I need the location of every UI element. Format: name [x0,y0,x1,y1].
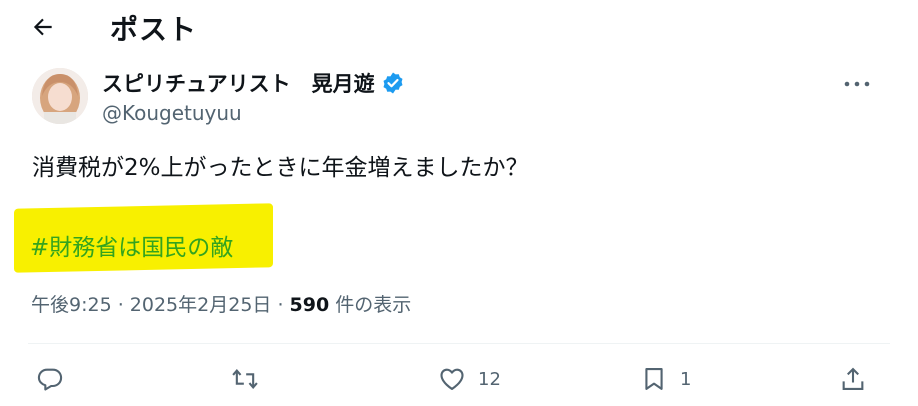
reply-icon [37,368,63,391]
back-button[interactable] [26,10,60,44]
bookmark-button[interactable]: 1 [640,362,691,396]
avatar-image [32,68,88,124]
divider [28,343,890,344]
retweet-button[interactable] [231,362,259,396]
more-dots-icon [844,81,870,87]
reply-button[interactable] [36,362,64,396]
author-handle[interactable]: @Kougetuyuu [102,101,242,125]
tweet-text: 消費税が2%上がったときに年金増えましたか？ [32,155,529,181]
verified-badge-icon[interactable] [381,71,405,95]
tweet-meta: 午後9:25 · 2025年2月25日 · 590 件の表示 [31,290,411,317]
more-options-button[interactable] [840,70,874,98]
page-title: ポスト [110,13,198,46]
avatar[interactable] [32,68,88,124]
views-label: 件の表示 [329,294,412,316]
views-count: 590 [289,294,330,316]
arrow-left-icon [33,18,52,36]
retweet-icon [232,368,258,390]
top-bar: ポスト [0,0,918,56]
bookmark-icon [645,368,663,390]
author-name[interactable]: スピリチュアリスト 晃月遊 [102,68,375,98]
timestamp[interactable]: 午後9:25 · 2025年2月25日 · [31,294,290,316]
like-count: 12 [478,368,501,390]
bookmark-count: 1 [680,368,692,390]
like-button[interactable]: 12 [438,362,501,396]
author-name-row[interactable]: スピリチュアリスト 晃月遊 [102,68,405,98]
share-button[interactable] [839,362,867,396]
heart-icon [440,368,464,390]
share-icon [842,367,864,390]
hashtag-link[interactable]: #財務省は国民の敵 [30,228,233,262]
